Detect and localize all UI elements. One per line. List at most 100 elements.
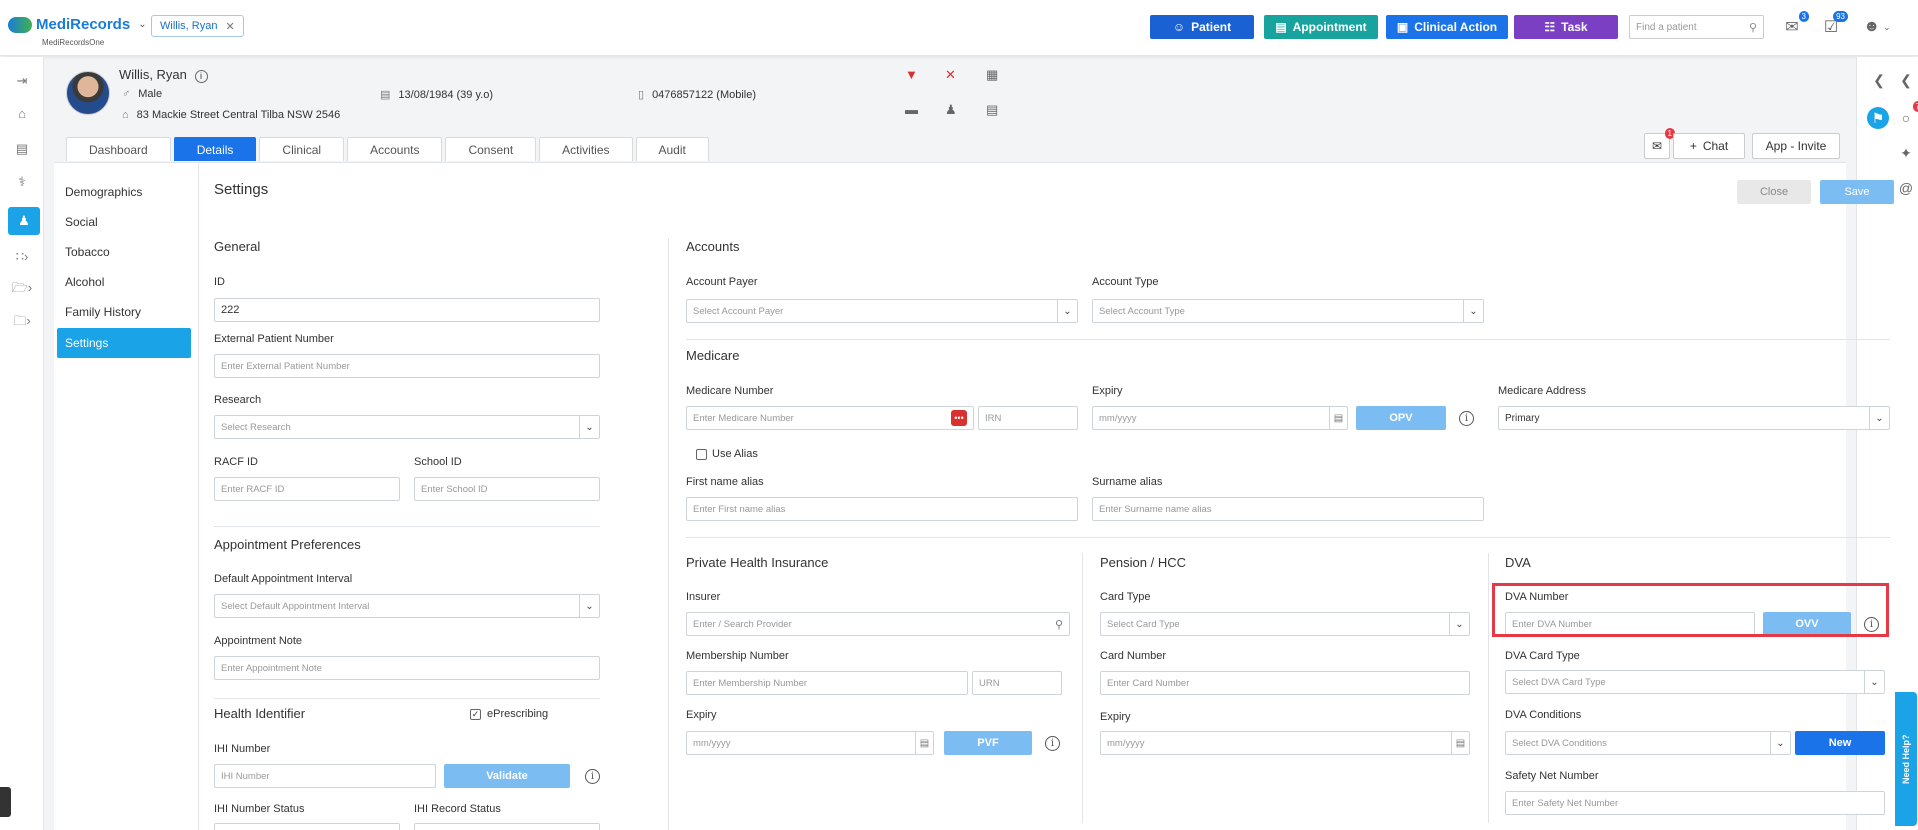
card-type-select[interactable]: Select Card Type ⌄ xyxy=(1100,612,1470,636)
pvf-button[interactable]: PVF xyxy=(944,731,1032,755)
tab-details[interactable]: Details xyxy=(173,137,257,161)
eprescribing-checkbox[interactable]: ✓ xyxy=(470,709,481,720)
tab-clinical[interactable]: Clinical xyxy=(259,137,345,161)
schedule-icon[interactable]: ▤ xyxy=(986,102,998,118)
school-id-label: School ID xyxy=(414,456,462,468)
patients-icon[interactable]: ♟ xyxy=(8,207,40,235)
tab-consent[interactable]: Consent xyxy=(445,137,537,161)
subnav-tobacco[interactable]: Tobacco xyxy=(57,237,191,267)
building-icon[interactable]: ▦ xyxy=(986,67,998,83)
school-id-field[interactable]: Enter School ID xyxy=(414,477,600,501)
external-patient-number-field[interactable]: Enter External Patient Number xyxy=(214,354,600,378)
subnav-alcohol[interactable]: Alcohol xyxy=(57,267,191,297)
default-appointment-interval-select[interactable]: Select Default Appointment Interval ⌄ xyxy=(214,594,600,618)
search-icon[interactable]: ⚲ xyxy=(1055,618,1063,631)
calendar-icon[interactable]: ▤ xyxy=(1451,732,1469,754)
card-icon[interactable]: ▬ xyxy=(905,102,918,117)
phi-expiry-field[interactable]: mm/yyyy ▤ xyxy=(686,731,934,755)
allergy-icon[interactable]: ✕ xyxy=(945,67,956,83)
use-alias-checkbox[interactable] xyxy=(696,449,707,460)
pin-icon[interactable]: ✦ xyxy=(1895,142,1917,164)
medicare-card-icon[interactable]: ••• xyxy=(951,410,967,426)
card-type-placeholder: Select Card Type xyxy=(1107,618,1180,630)
account-type-label: Account Type xyxy=(1092,276,1159,288)
chevron-left-icon[interactable]: ❮ xyxy=(1868,69,1890,91)
account-type-select[interactable]: Select Account Type ⌄ xyxy=(1092,299,1484,323)
calendar-icon[interactable]: ▤ xyxy=(1329,407,1347,429)
subnav-demographics[interactable]: Demographics xyxy=(57,177,191,207)
user-menu-icon[interactable]: ☻ ⌄ xyxy=(1860,17,1894,37)
folder-icon[interactable]: 🗁› xyxy=(10,278,34,302)
alcohol-icon[interactable]: ▼ xyxy=(905,67,918,82)
info-icon[interactable]: i xyxy=(1459,411,1474,426)
save-button[interactable]: Save xyxy=(1820,180,1894,204)
subnav-family-history[interactable]: Family History xyxy=(57,297,191,327)
need-help-tab[interactable]: Need Help? xyxy=(1895,692,1917,826)
racf-id-field[interactable]: Enter RACF ID xyxy=(214,477,400,501)
groups-icon[interactable]: ∷› xyxy=(10,245,34,269)
search-icon[interactable]: ⚲ xyxy=(1749,21,1757,34)
dva-card-type-select[interactable]: Select DVA Card Type ⌄ xyxy=(1505,670,1885,694)
tasks-icon[interactable]: ☑ 93 xyxy=(1820,11,1848,37)
card-number-field[interactable]: Enter Card Number xyxy=(1100,671,1470,695)
subnav-settings[interactable]: Settings xyxy=(57,328,191,358)
chevron-down-icon[interactable]: ⌄ xyxy=(138,19,146,30)
urn-field[interactable]: URN xyxy=(972,671,1062,695)
account-payer-select[interactable]: Select Account Payer ⌄ xyxy=(686,299,1078,323)
find-patient-input[interactable]: Find a patient ⚲ xyxy=(1629,15,1764,39)
info-icon[interactable]: i xyxy=(194,70,208,83)
opv-button[interactable]: OPV xyxy=(1356,406,1446,430)
chat-bubble-icon[interactable]: ○ 7 xyxy=(1895,101,1918,129)
ihi-record-status-field[interactable] xyxy=(414,823,600,830)
membership-number-field[interactable]: Enter Membership Number xyxy=(686,671,968,695)
tab-audit[interactable]: Audit xyxy=(635,137,709,161)
insurer-field[interactable]: Enter / Search Provider ⚲ xyxy=(686,612,1070,636)
task-button[interactable]: ☷ Task xyxy=(1514,15,1618,39)
info-icon[interactable]: i xyxy=(585,769,600,784)
medicare-expiry-field[interactable]: mm/yyyy ▤ xyxy=(1092,406,1348,430)
dva-conditions-select[interactable]: Select DVA Conditions ⌄ xyxy=(1505,731,1791,755)
app-logo[interactable]: MediRecords ⌄ xyxy=(8,16,147,33)
tab-accounts[interactable]: Accounts xyxy=(347,137,443,161)
surname-alias-field[interactable]: Enter Surname name alias xyxy=(1092,497,1484,521)
tab-activities[interactable]: Activities xyxy=(539,137,633,161)
calendar-icon[interactable]: ▤ xyxy=(915,732,933,754)
mail-icon[interactable]: ✉ 3 xyxy=(1781,11,1809,37)
tab-dashboard[interactable]: Dashboard xyxy=(66,137,171,161)
subnav-social[interactable]: Social xyxy=(57,207,191,237)
notifications-button[interactable]: ✉ 1 xyxy=(1644,128,1675,159)
calendar-icon[interactable]: ▤ xyxy=(10,137,34,161)
close-icon[interactable]: ✕ xyxy=(225,20,234,33)
at-icon[interactable]: @ xyxy=(1895,177,1917,199)
chevron-left-icon[interactable]: ❮ xyxy=(1895,69,1917,91)
info-icon[interactable]: i xyxy=(1045,736,1060,751)
tag-icon[interactable]: ⚑ xyxy=(1867,107,1889,129)
ihi-number-status-field[interactable] xyxy=(214,823,400,830)
patient-button[interactable]: ☺ Patient xyxy=(1150,15,1254,39)
appointment-button[interactable]: ▤ Appointment xyxy=(1264,15,1378,39)
validate-button[interactable]: Validate xyxy=(444,764,570,788)
close-button[interactable]: Close xyxy=(1737,180,1811,204)
medicare-address-select[interactable]: Primary ⌄ xyxy=(1498,406,1890,430)
app-invite-button[interactable]: App - Invite xyxy=(1752,133,1840,159)
research-select[interactable]: Select Research ⌄ xyxy=(214,415,600,439)
home-icon[interactable]: ⌂ xyxy=(10,101,34,125)
irn-field[interactable]: IRN xyxy=(978,406,1078,430)
new-condition-button[interactable]: New xyxy=(1795,731,1885,755)
contacts-icon[interactable]: ♟ xyxy=(945,102,957,118)
collapse-menu-icon[interactable]: ⇥ xyxy=(10,69,34,93)
appointment-note-field[interactable]: Enter Appointment Note xyxy=(214,656,600,680)
patient-dob-text: 13/08/1984 (39 y.o) xyxy=(398,88,493,101)
chat-button[interactable]: + Chat xyxy=(1673,133,1745,159)
id-field[interactable]: 222 xyxy=(214,298,600,322)
clinical-icon[interactable]: ⚕ xyxy=(10,170,34,194)
open-patient-tab[interactable]: Willis, Ryan ✕ xyxy=(151,15,244,37)
ihi-number-field[interactable]: IHI Number xyxy=(214,764,436,788)
first-name-alias-field[interactable]: Enter First name alias xyxy=(686,497,1078,521)
clinical-action-button[interactable]: ▣ Clinical Action xyxy=(1386,15,1508,39)
side-handle[interactable] xyxy=(0,787,11,817)
folder-share-icon[interactable]: 🗀› xyxy=(10,311,34,335)
safety-net-number-field[interactable]: Enter Safety Net Number xyxy=(1505,791,1885,815)
pension-expiry-field[interactable]: mm/yyyy ▤ xyxy=(1100,731,1470,755)
medicare-number-field[interactable]: Enter Medicare Number ••• xyxy=(686,406,974,430)
